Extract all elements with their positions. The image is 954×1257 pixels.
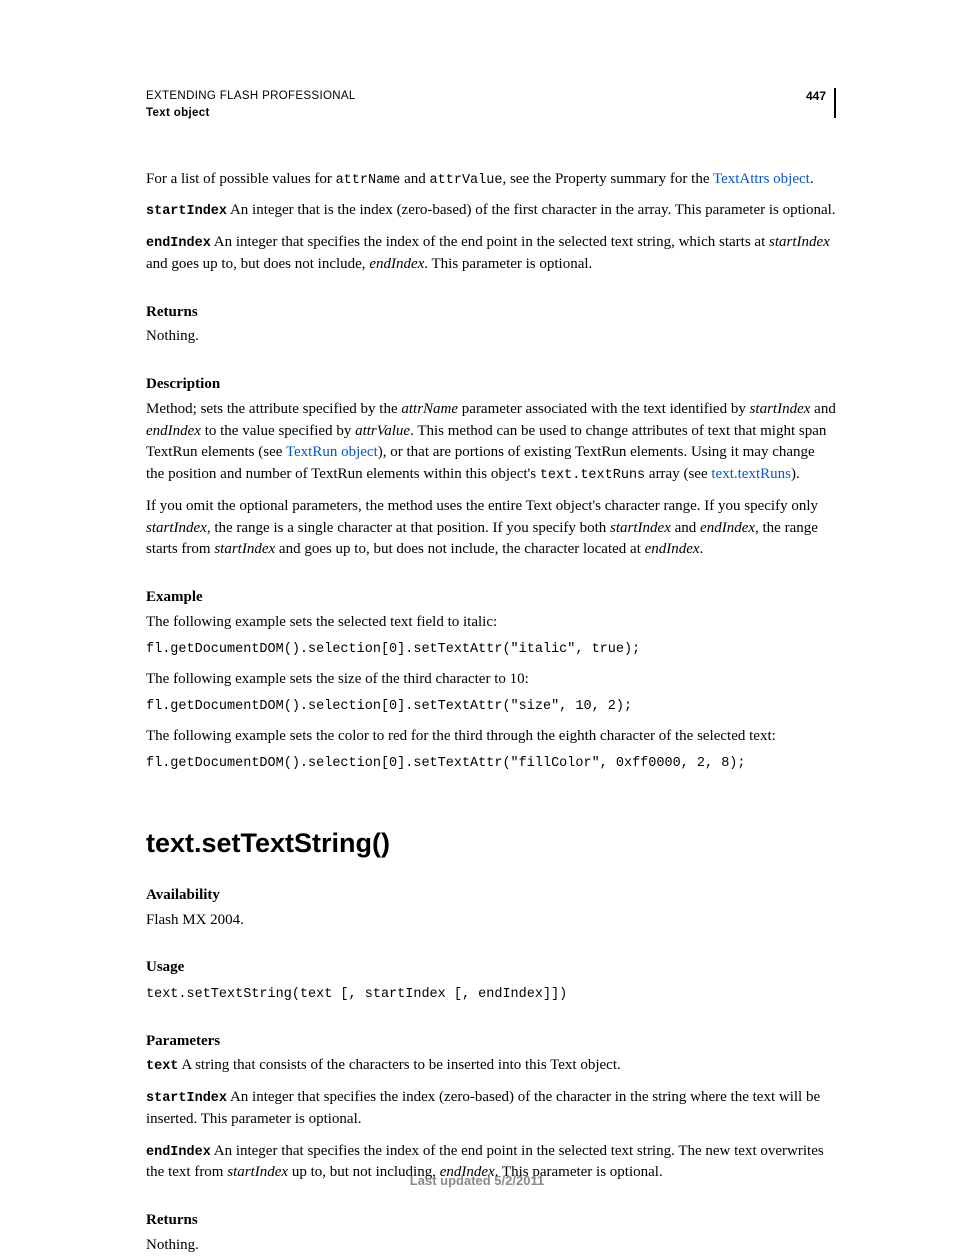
param-body: An integer that specifies the index (zer… <box>146 1089 820 1127</box>
code-inline: attrName <box>336 173 401 188</box>
link-textattrs-object[interactable]: TextAttrs object <box>713 171 810 187</box>
text: If you omit the optional parameters, the… <box>146 498 818 514</box>
returns-label-2: Returns <box>146 1210 836 1232</box>
example-code-3: fl.getDocumentDOM().selection[0].setText… <box>146 754 836 774</box>
example-label: Example <box>146 587 836 609</box>
content: For a list of possible values for attrNa… <box>146 169 836 1257</box>
text: . <box>810 171 814 187</box>
page-header: EXTENDING FLASH PROFESSIONAL Text object… <box>146 88 836 123</box>
usage-code: text.setTextString(text [, startIndex [,… <box>146 985 836 1005</box>
italic: endIndex <box>645 541 700 557</box>
text: , see the Property summary for the <box>502 171 713 187</box>
italic: endIndex <box>700 520 755 536</box>
example-text-1: The following example sets the selected … <box>146 612 836 634</box>
link-textrun-object[interactable]: TextRun object <box>286 444 378 460</box>
page-number: 447 <box>806 88 836 118</box>
footer-updated: Last updated 5/2/2011 <box>0 1172 954 1191</box>
italic: endIndex <box>369 256 424 272</box>
text: and <box>400 171 429 187</box>
example-text-2: The following example sets the size of t… <box>146 669 836 691</box>
param-body: A string that consists of the characters… <box>178 1057 620 1073</box>
header-left: EXTENDING FLASH PROFESSIONAL Text object <box>146 88 356 123</box>
description-label: Description <box>146 374 836 396</box>
text: and goes up to, but does not include, th… <box>275 541 644 557</box>
text: An integer that specifies the index of t… <box>211 234 769 250</box>
param-label: endIndex <box>146 1145 211 1160</box>
text: to the value specified by <box>201 423 355 439</box>
code-inline: attrValue <box>430 173 503 188</box>
method-heading: text.setTextString() <box>146 824 836 863</box>
text: For a list of possible values for <box>146 171 336 187</box>
page: EXTENDING FLASH PROFESSIONAL Text object… <box>0 0 954 1235</box>
param-text: text A string that consists of the chara… <box>146 1055 836 1077</box>
intro-paragraph: For a list of possible values for attrNa… <box>146 169 836 191</box>
returns-text-2: Nothing. <box>146 1235 836 1257</box>
text: , the range is a single character at tha… <box>207 520 610 536</box>
text: ). <box>791 466 800 482</box>
parameters-label: Parameters <box>146 1031 836 1053</box>
availability-text: Flash MX 2004. <box>146 910 836 932</box>
text: and goes up to, but does not include, <box>146 256 369 272</box>
usage-label: Usage <box>146 957 836 979</box>
param-startindex: startIndex An integer that is the index … <box>146 200 836 222</box>
italic: startIndex <box>610 520 671 536</box>
param-startindex: startIndex An integer that specifies the… <box>146 1087 836 1131</box>
example-text-3: The following example sets the color to … <box>146 726 836 748</box>
italic: attrName <box>401 401 458 417</box>
link-text-textruns[interactable]: text.textRuns <box>711 466 791 482</box>
text: . This parameter is optional. <box>424 256 592 272</box>
doc-section: Text object <box>146 105 356 122</box>
param-endindex: endIndex An integer that specifies the i… <box>146 232 836 276</box>
returns-text: Nothing. <box>146 326 836 348</box>
example-code-1: fl.getDocumentDOM().selection[0].setText… <box>146 640 836 660</box>
returns-label: Returns <box>146 302 836 324</box>
text: array (see <box>645 466 711 482</box>
param-label: endIndex <box>146 236 211 251</box>
italic: endIndex <box>146 423 201 439</box>
description-p2: If you omit the optional parameters, the… <box>146 496 836 561</box>
italic: attrValue <box>355 423 410 439</box>
italic: startIndex <box>769 234 830 250</box>
italic: startIndex <box>750 401 811 417</box>
example-code-2: fl.getDocumentDOM().selection[0].setText… <box>146 697 836 717</box>
description-p1: Method; sets the attribute specified by … <box>146 399 836 486</box>
code-inline: text.textRuns <box>540 468 645 483</box>
text: and <box>810 401 835 417</box>
text: Method; sets the attribute specified by … <box>146 401 401 417</box>
text: and <box>671 520 700 536</box>
param-label: startIndex <box>146 204 227 219</box>
availability-label: Availability <box>146 885 836 907</box>
param-text: An integer that is the index (zero-based… <box>227 202 836 218</box>
doc-title: EXTENDING FLASH PROFESSIONAL <box>146 88 356 105</box>
param-label: startIndex <box>146 1091 227 1106</box>
text: parameter associated with the text ident… <box>458 401 750 417</box>
param-label: text <box>146 1059 178 1074</box>
italic: startIndex <box>214 541 275 557</box>
italic: startIndex <box>146 520 207 536</box>
text: . <box>700 541 704 557</box>
